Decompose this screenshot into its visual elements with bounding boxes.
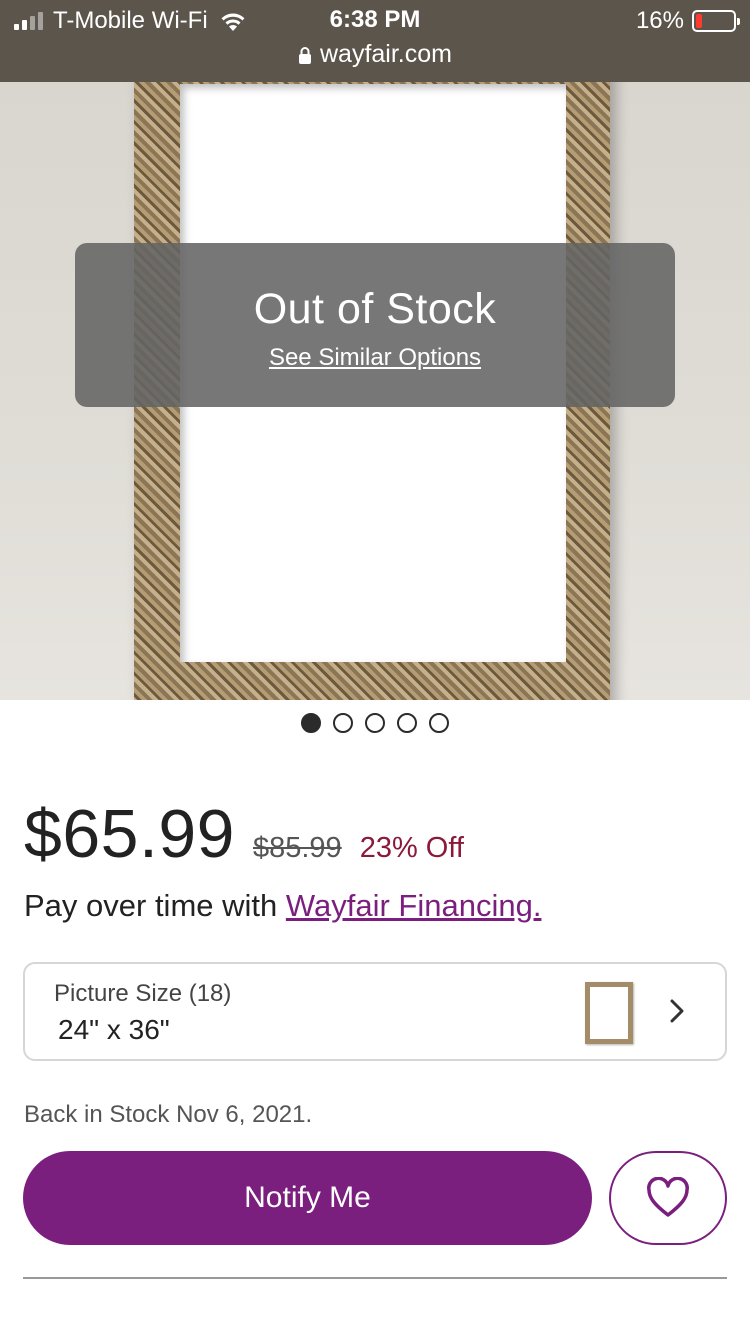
- picture-size-selector[interactable]: Picture Size (18) 24" x 36": [23, 962, 727, 1061]
- discount-badge: 23% Off: [359, 832, 464, 864]
- carousel-dot[interactable]: [333, 713, 353, 733]
- lock-icon: [299, 46, 311, 64]
- sale-price: $65.99: [24, 796, 235, 872]
- size-selector-label: Picture Size (18): [54, 980, 232, 1007]
- battery-level: [696, 14, 702, 28]
- price-row: $65.99 $85.99 23% Off: [24, 795, 464, 873]
- financing-prefix: Pay over time with: [24, 888, 286, 923]
- original-price: $85.99: [252, 832, 342, 864]
- out-of-stock-title: Out of Stock: [253, 285, 497, 333]
- status-right: 16%: [635, 6, 740, 36]
- carousel-dot[interactable]: [429, 713, 449, 733]
- carousel-dot[interactable]: [301, 713, 321, 733]
- out-of-stock-overlay: Out of Stock See Similar Options: [75, 243, 675, 407]
- financing-text: Pay over time with Wayfair Financing.: [24, 888, 541, 924]
- section-divider: [23, 1277, 727, 1279]
- size-thumbnail: [585, 982, 633, 1044]
- address-bar[interactable]: wayfair.com: [0, 40, 750, 69]
- heart-icon: [647, 1177, 689, 1217]
- carousel-dot[interactable]: [397, 713, 417, 733]
- size-selector-value: 24" x 36": [58, 1014, 170, 1045]
- status-bar: T-Mobile Wi-Fi 6:38 PM 16% wayfair.com: [0, 0, 750, 82]
- battery-icon: [692, 10, 740, 32]
- back-in-stock-message: Back in Stock Nov 6, 2021.: [24, 1101, 313, 1128]
- see-similar-options-link[interactable]: See Similar Options: [269, 344, 481, 372]
- url-text: wayfair.com: [320, 40, 452, 68]
- wayfair-financing-link[interactable]: Wayfair Financing.: [286, 888, 542, 923]
- notify-me-button[interactable]: Notify Me: [23, 1151, 592, 1245]
- product-image[interactable]: Out of Stock See Similar Options: [0, 82, 750, 700]
- favorite-button[interactable]: [609, 1151, 727, 1245]
- battery-percent: 16%: [635, 7, 684, 34]
- carousel-dots: [0, 713, 750, 733]
- carousel-dot[interactable]: [365, 713, 385, 733]
- chevron-right-icon: [670, 999, 684, 1023]
